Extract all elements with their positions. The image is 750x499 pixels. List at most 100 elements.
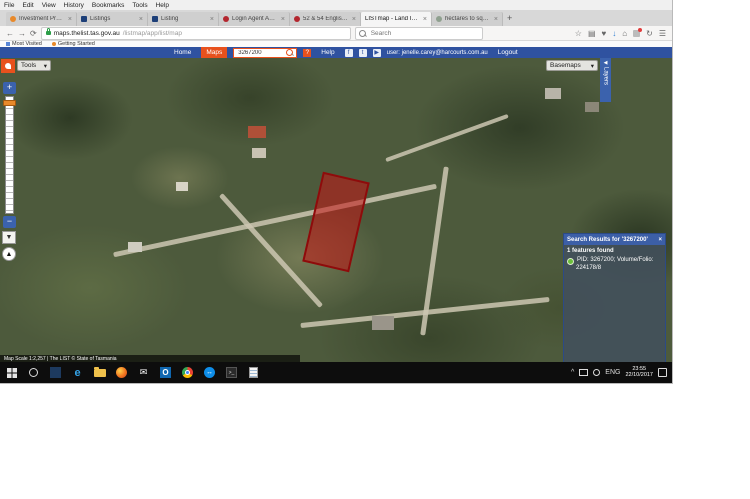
search-icon[interactable]: [286, 49, 294, 56]
tab-favicon: [294, 16, 300, 22]
result-item[interactable]: PID: 3267200; Volume/Folio:: [567, 257, 662, 265]
network-icon[interactable]: [593, 369, 601, 376]
menu-tools[interactable]: Tools: [132, 2, 147, 9]
youtube-icon[interactable]: ▶: [372, 48, 381, 57]
zoom-in-button[interactable]: +: [3, 82, 16, 94]
taskbar-clock[interactable]: 23:55 22/10/2017: [625, 366, 653, 379]
menu-history[interactable]: History: [64, 2, 84, 9]
map-building: [252, 148, 266, 158]
lock-icon: [45, 28, 51, 35]
chevron-down-icon: ▾: [43, 62, 47, 70]
tools-button[interactable]: Tools ▾: [17, 60, 51, 71]
browser-search-input[interactable]: [368, 28, 473, 38]
map-building: [585, 102, 599, 112]
menu-bookmarks[interactable]: Bookmarks: [92, 2, 125, 9]
bookmark-star-icon[interactable]: ☆: [575, 29, 582, 38]
tab-close-icon[interactable]: ×: [352, 16, 356, 23]
tab-close-icon[interactable]: ×: [423, 16, 427, 23]
tab-english-street[interactable]: 52 & 54 English Street Wav... ×: [290, 12, 361, 26]
tab-label: LISTmap - Land Information Sy...: [365, 16, 420, 22]
file-explorer-icon[interactable]: [93, 366, 106, 379]
display-icon[interactable]: [579, 369, 589, 376]
tab-listing[interactable]: Listing ×: [148, 12, 219, 26]
firefox-icon[interactable]: [115, 366, 128, 379]
windows-start-icon[interactable]: [5, 366, 18, 379]
tab-listmap-active[interactable]: LISTmap - Land Information Sy... ×: [361, 12, 432, 26]
search-results-title: Search Results for '3267200': [567, 236, 648, 243]
windows-taskbar: e ✉ O ↔ >_ ^ ENG 23:55 22/10/2017: [0, 362, 672, 383]
basemaps-button[interactable]: Basemaps ▾: [546, 60, 598, 71]
feature-marker-icon: [567, 258, 574, 265]
home-icon[interactable]: ⌂: [622, 29, 627, 38]
maps-nav-button[interactable]: Maps: [201, 47, 228, 58]
tab-close-icon[interactable]: ×: [210, 16, 214, 23]
menu-edit[interactable]: Edit: [22, 2, 33, 9]
system-tray: ^ ENG 23:55 22/10/2017: [571, 366, 672, 379]
search-icon: [358, 29, 366, 37]
new-tab-button[interactable]: +: [507, 13, 512, 23]
cmd-icon[interactable]: >_: [225, 366, 238, 379]
result-volume-folio: 224178/8: [576, 265, 602, 271]
hamburger-menu-icon[interactable]: ☰: [659, 29, 666, 38]
tab-close-icon[interactable]: ×: [281, 16, 285, 23]
app-navy-icon[interactable]: [49, 366, 62, 379]
reload-icon[interactable]: ⟳: [30, 29, 37, 38]
chrome-icon[interactable]: [181, 366, 194, 379]
menu-help[interactable]: Help: [156, 2, 169, 9]
twitter-icon[interactable]: t: [358, 48, 367, 57]
menu-view[interactable]: View: [42, 2, 56, 9]
compass-icon[interactable]: ▲: [2, 247, 16, 261]
tab-login-agent-admin[interactable]: Login Agent Administratio... ×: [219, 12, 290, 26]
home-nav-button[interactable]: Home: [170, 48, 195, 57]
download-icon[interactable]: ↓: [612, 29, 616, 38]
mail-icon[interactable]: ✉: [137, 366, 150, 379]
forward-icon[interactable]: →: [18, 29, 26, 38]
tab-close-icon[interactable]: ×: [139, 16, 143, 23]
tools-icon[interactable]: [1, 59, 15, 73]
back-icon[interactable]: ←: [6, 29, 14, 38]
tray-chevron-icon[interactable]: ^: [571, 369, 574, 376]
logged-in-user: user: jenelle.carey@harcourts.com.au: [386, 49, 488, 56]
teamviewer-icon[interactable]: ↔: [203, 366, 216, 379]
tab-close-icon[interactable]: ×: [68, 16, 72, 23]
tab-favicon: [436, 16, 442, 22]
edge-icon[interactable]: e: [71, 366, 84, 379]
cortana-icon[interactable]: [27, 366, 40, 379]
tab-close-icon[interactable]: ×: [494, 16, 498, 23]
tab-hectares-to-sqm[interactable]: hectares to sqm - Google Se... ×: [432, 12, 503, 26]
close-icon[interactable]: ×: [658, 237, 662, 243]
tab-listings[interactable]: Listings ×: [77, 12, 148, 26]
tasmania-extent-icon[interactable]: ▼: [2, 231, 16, 244]
zoom-slider-track[interactable]: [5, 96, 14, 214]
outlook-icon[interactable]: O: [159, 366, 172, 379]
browser-search-box[interactable]: [354, 26, 483, 40]
tab-label: Login Agent Administratio...: [232, 16, 278, 22]
search-results-title-bar[interactable]: Search Results for '3267200' ×: [564, 234, 665, 245]
help-button[interactable]: Help: [317, 48, 338, 57]
library-icon[interactable]: ▤: [588, 29, 596, 38]
logout-button[interactable]: Logout: [494, 48, 522, 57]
notification-addon-icon[interactable]: [633, 27, 643, 37]
tools-label: Tools: [21, 62, 37, 69]
tab-strip: Investment Property Calcu... × Listings …: [0, 10, 672, 26]
pocket-icon[interactable]: ♥: [602, 29, 607, 38]
url-field[interactable]: maps.thelist.tas.gov.au /listmap/app/lis…: [40, 26, 351, 40]
action-center-icon[interactable]: [658, 368, 667, 377]
zoom-out-button[interactable]: −: [3, 216, 16, 228]
zoom-slider-handle[interactable]: [3, 100, 16, 106]
query-tool-button[interactable]: ?: [303, 48, 312, 57]
aerial-map[interactable]: Tools ▾ Basemaps ▾ ◀ Layers + − ▼ ▲ Sear…: [0, 58, 672, 362]
map-search-box[interactable]: [233, 47, 298, 58]
menu-file[interactable]: File: [4, 2, 14, 9]
language-indicator[interactable]: ENG: [605, 369, 620, 376]
navigation-bar: ← → ⟳ maps.thelist.tas.gov.au /listmap/a…: [0, 26, 672, 41]
facebook-icon[interactable]: f: [344, 48, 353, 57]
sync-icon[interactable]: ↻: [646, 29, 653, 38]
tab-investment-property[interactable]: Investment Property Calcu... ×: [6, 12, 77, 26]
selected-parcel-highlight[interactable]: [302, 171, 370, 273]
document-icon[interactable]: [247, 366, 260, 379]
map-building: [176, 182, 188, 191]
map-search-input[interactable]: [236, 48, 285, 57]
layers-panel-tab[interactable]: ◀ Layers: [600, 58, 611, 102]
firefox-icon: [51, 42, 56, 46]
